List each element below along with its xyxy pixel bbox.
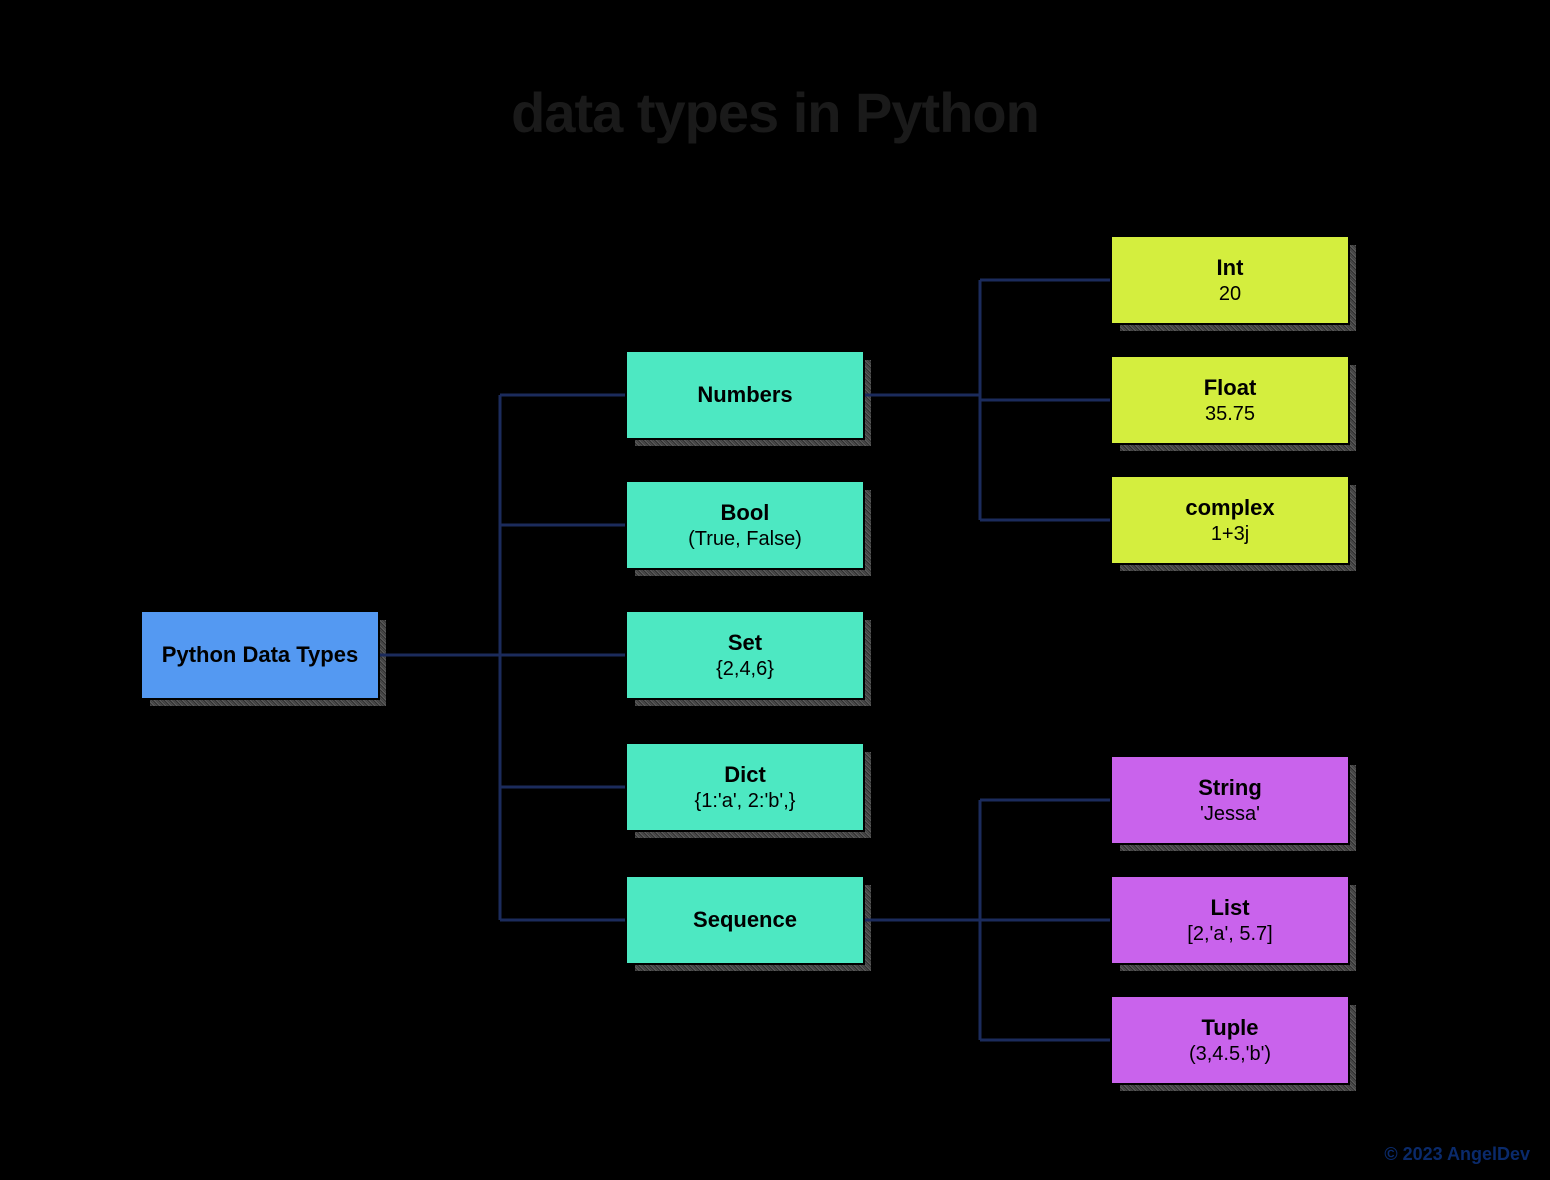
root-node: Python Data Types — [140, 610, 380, 700]
node-int: Int 20 — [1110, 235, 1350, 325]
node-list: List [2,'a', 5.7] — [1110, 875, 1350, 965]
node-example: {2,4,6} — [716, 658, 774, 681]
node-label: Tuple — [1201, 1015, 1258, 1041]
node-label: complex — [1185, 495, 1274, 521]
node-example: 35.75 — [1205, 403, 1255, 426]
node-complex: complex 1+3j — [1110, 475, 1350, 565]
node-example: (3,4.5,'b') — [1189, 1043, 1271, 1066]
node-sequence: Sequence — [625, 875, 865, 965]
node-bool: Bool (True, False) — [625, 480, 865, 570]
node-example: {1:'a', 2:'b',} — [695, 790, 796, 813]
node-label: List — [1210, 895, 1249, 921]
node-example: [2,'a', 5.7] — [1187, 923, 1272, 946]
node-label: Float — [1204, 375, 1257, 401]
node-label: Bool — [721, 500, 770, 526]
node-label: String — [1198, 775, 1262, 801]
node-example: 20 — [1219, 283, 1241, 306]
node-example: 1+3j — [1211, 523, 1249, 546]
node-example: (True, False) — [688, 528, 802, 551]
root-label: Python Data Types — [162, 642, 358, 668]
node-dict: Dict {1:'a', 2:'b',} — [625, 742, 865, 832]
attribution-text: © 2023 AngelDev — [1384, 1144, 1530, 1165]
node-set: Set {2,4,6} — [625, 610, 865, 700]
node-label: Set — [728, 630, 762, 656]
node-tuple: Tuple (3,4.5,'b') — [1110, 995, 1350, 1085]
node-label: Numbers — [697, 382, 792, 408]
node-example: 'Jessa' — [1200, 803, 1260, 826]
node-label: Int — [1217, 255, 1244, 281]
node-string: String 'Jessa' — [1110, 755, 1350, 845]
node-float: Float 35.75 — [1110, 355, 1350, 445]
node-label: Dict — [724, 762, 766, 788]
node-label: Sequence — [693, 907, 797, 933]
node-numbers: Numbers — [625, 350, 865, 440]
